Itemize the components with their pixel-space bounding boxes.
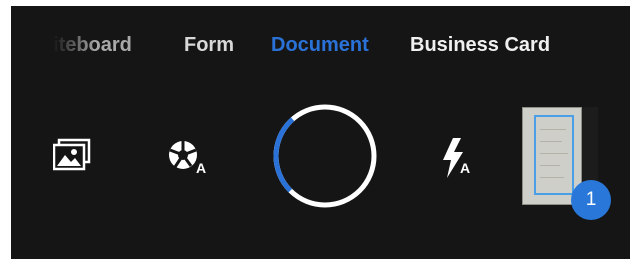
thumbnail-text-line [540, 165, 560, 166]
capture-mode-selector: iteboard Form Document Business Card [11, 30, 630, 60]
gallery-button[interactable] [52, 138, 93, 172]
camera-capture-screen: iteboard Form Document Business Card A A… [11, 6, 630, 259]
thumbnail-text-line [540, 141, 562, 142]
auto-capture-button[interactable]: A [163, 136, 211, 180]
mode-form[interactable]: Form [184, 30, 234, 60]
thumbnail-text-line [540, 129, 566, 130]
gallery-icon [52, 138, 91, 171]
shutter-ring [273, 104, 377, 208]
thumbnail-text-line [540, 153, 568, 154]
flash-mode-letter: A [460, 160, 471, 176]
detected-card-outline [534, 115, 574, 195]
shutter-button[interactable] [271, 102, 379, 210]
mode-document[interactable]: Document [271, 30, 369, 60]
mode-business-card[interactable]: Business Card [410, 30, 550, 60]
shutter-progress-arc [273, 104, 377, 208]
scan-count-badge: 1 [571, 180, 611, 220]
mode-whiteboard[interactable]: iteboard [53, 30, 132, 60]
thumbnail-text-line [540, 177, 564, 178]
flash-auto-icon [443, 138, 463, 178]
auto-capture-letter: A [196, 160, 207, 176]
flash-button[interactable]: A [439, 136, 479, 182]
